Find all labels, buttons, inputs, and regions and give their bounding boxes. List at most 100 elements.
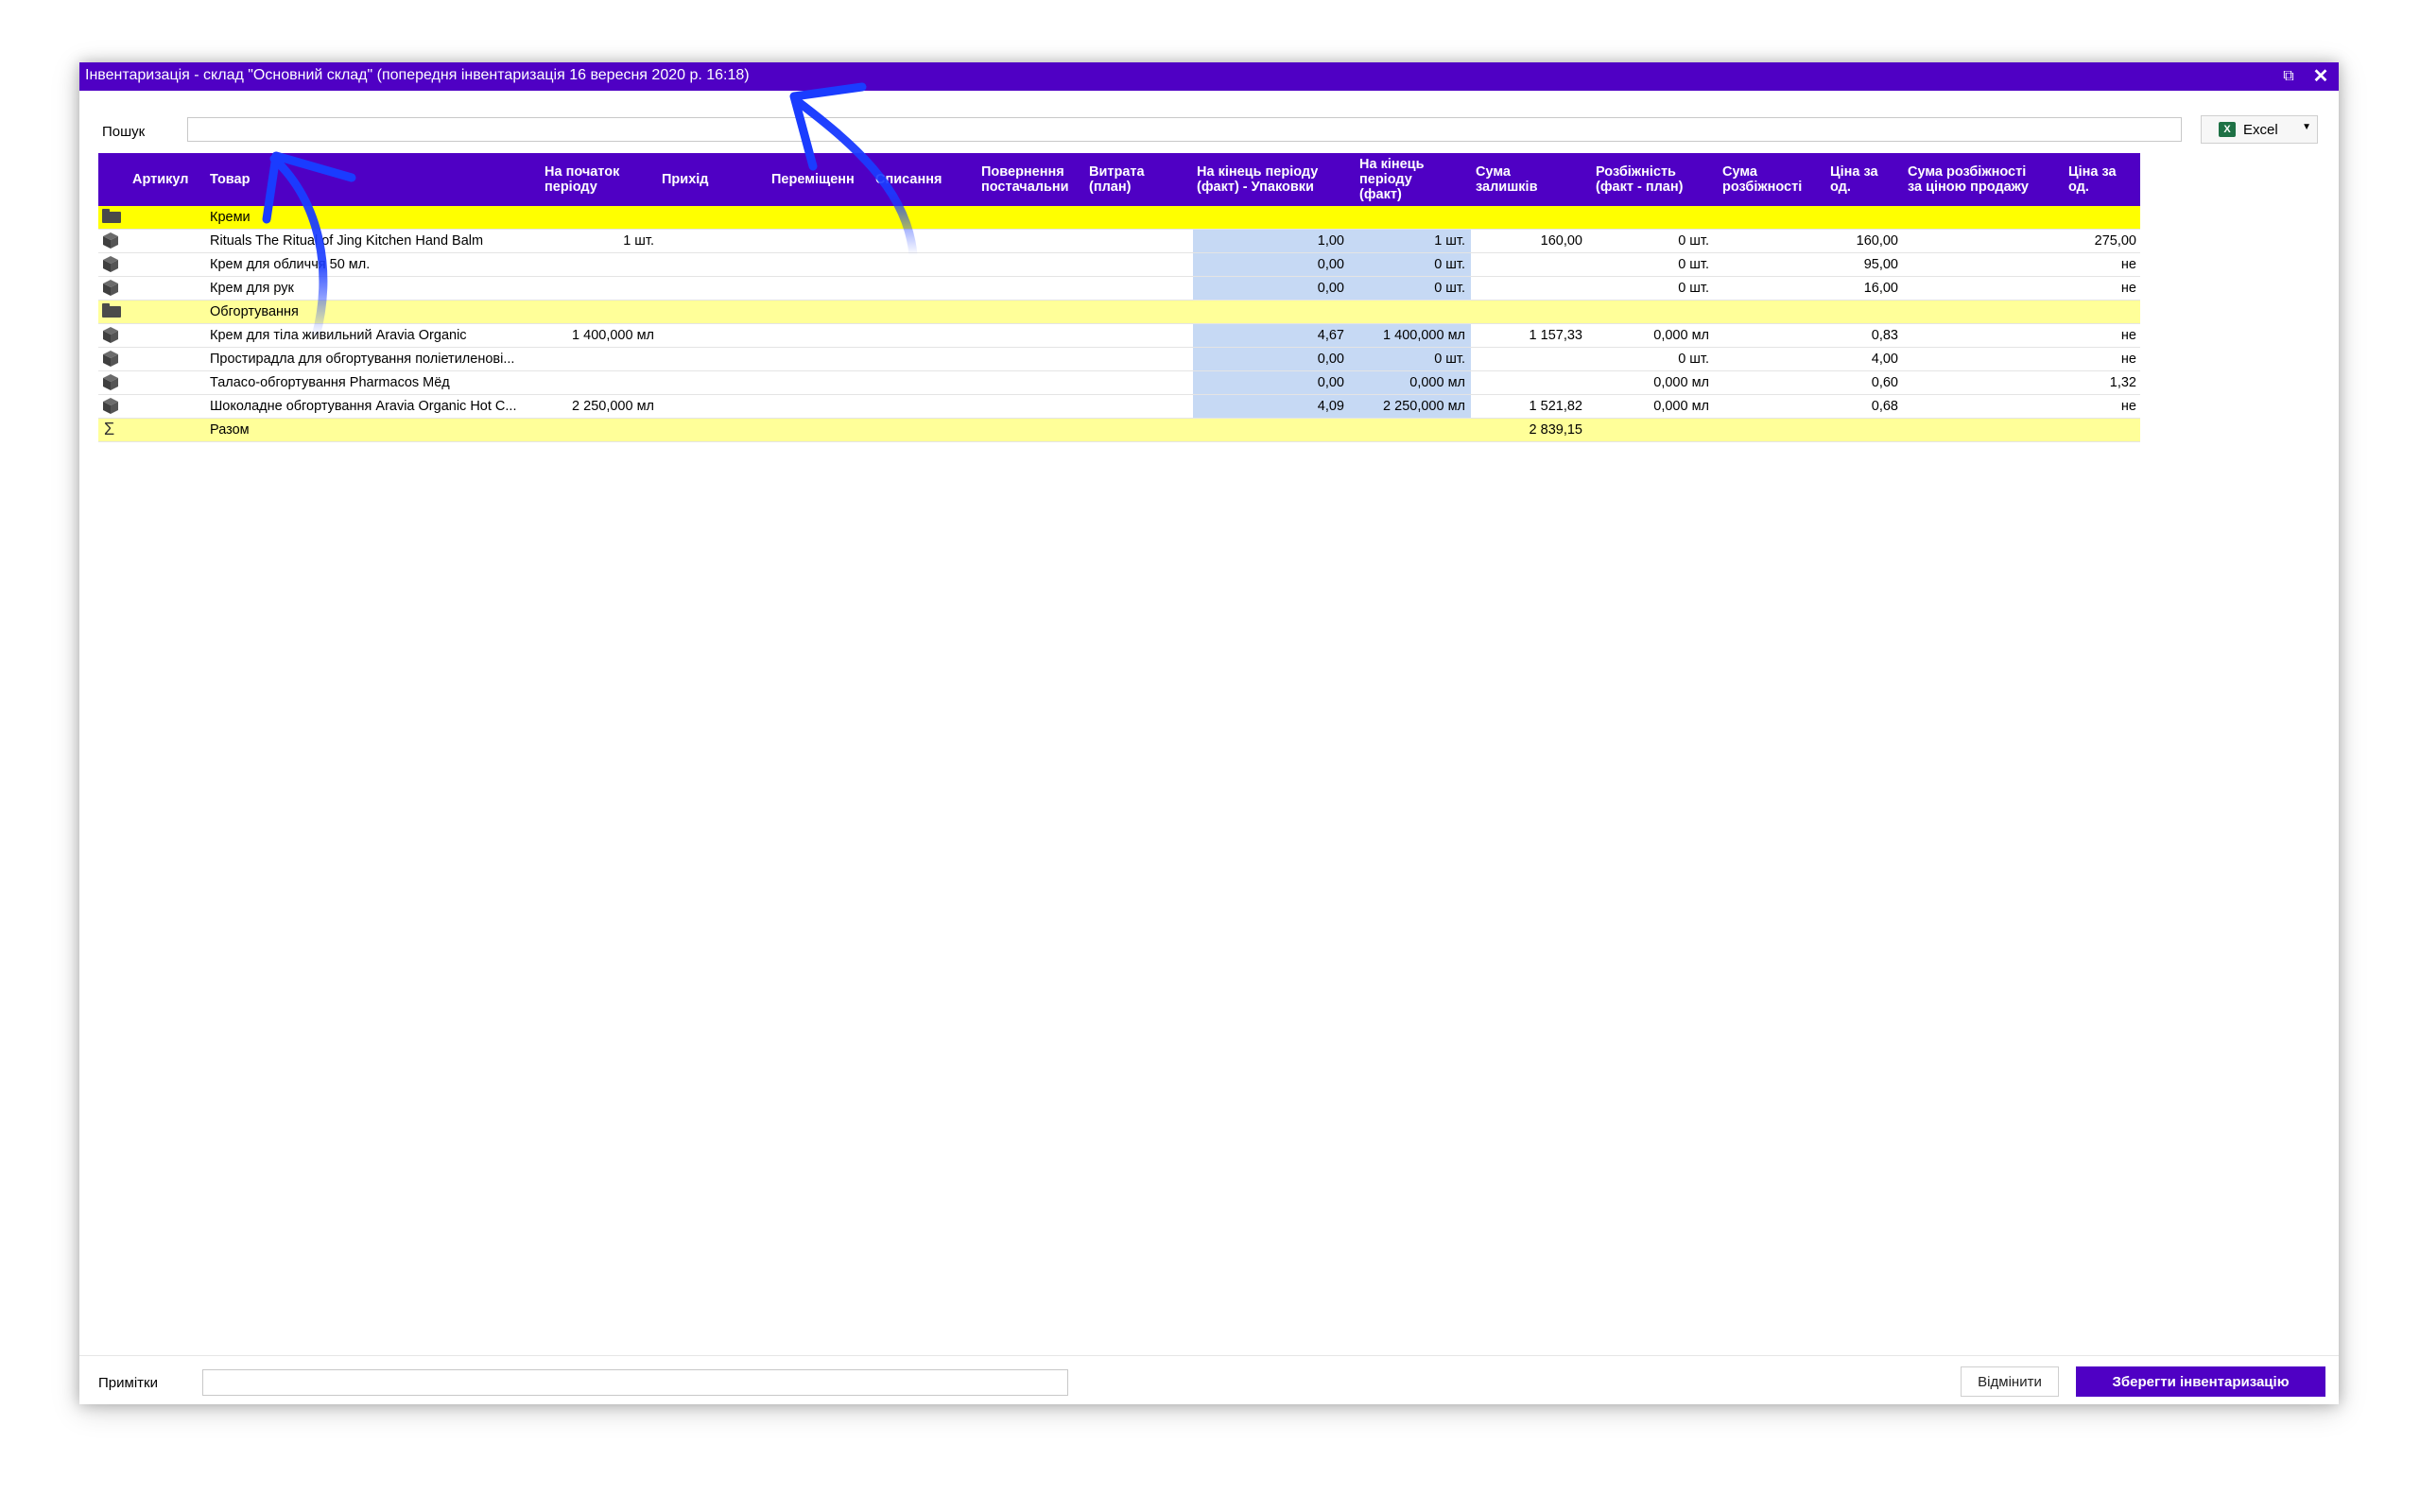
inventory-window: Інвентаризація - склад "Основний склад" … <box>79 62 2339 1404</box>
product-name: Крем для рук <box>210 281 294 296</box>
end-packs: 0,00 <box>1317 257 1344 272</box>
footer-divider <box>79 1355 2339 1356</box>
product-cube-icon <box>103 232 118 249</box>
total-label: Разом <box>210 422 250 438</box>
col-header-writeoff[interactable]: Списання <box>875 172 977 187</box>
sale-price: не <box>2120 352 2136 367</box>
col-header-sum-rest[interactable]: Сума залишків <box>1476 164 1593 195</box>
end-fact: 0 шт. <box>1434 352 1465 367</box>
unit-price: 0,68 <box>1871 399 1898 414</box>
excel-icon: X <box>2219 122 2236 137</box>
col-header-expense-plan[interactable]: Витрата (план) <box>1089 164 1193 195</box>
col-header-start[interactable]: На початок періоду <box>544 164 658 195</box>
sigma-icon: Σ <box>104 420 115 438</box>
col-header-end-packs[interactable]: На кінець періоду (факт) - Упаковки <box>1197 164 1357 195</box>
end-fact: 0,000 мл <box>1409 375 1465 390</box>
diff-qty: 0 шт. <box>1678 257 1709 272</box>
end-packs: 0,00 <box>1317 281 1344 296</box>
product-cube-icon <box>103 256 118 272</box>
sale-price: не <box>2120 281 2136 296</box>
total-sum-rest: 2 839,15 <box>1529 422 1582 438</box>
sale-price: 1,32 <box>2109 375 2136 390</box>
table-row[interactable]: Шоколадне обгортування Aravia Organic Ho… <box>98 395 2140 419</box>
product-name: Шоколадне обгортування Aravia Organic Ho… <box>210 399 517 414</box>
col-header-price-2[interactable]: Ціна за од. <box>2068 164 2135 195</box>
product-cube-icon <box>103 398 118 414</box>
sum-rest: 1 157,33 <box>1529 328 1582 343</box>
sale-price: не <box>2120 328 2136 343</box>
group-row[interactable]: Обгортування <box>98 301 2140 324</box>
close-icon[interactable]: ✕ <box>2308 64 2333 89</box>
sum-rest: 160,00 <box>1540 233 1582 249</box>
excel-export-button[interactable]: X Excel ▼ <box>2201 115 2318 144</box>
sum-rest: 1 521,82 <box>1529 399 1582 414</box>
col-header-return[interactable]: Повернення постачальни <box>981 164 1087 195</box>
unit-price: 0,83 <box>1871 328 1898 343</box>
col-header-price[interactable]: Ціна за од. <box>1830 164 1906 195</box>
folder-icon <box>102 303 121 318</box>
end-fact: 2 250,000 мл <box>1383 399 1465 414</box>
sale-price: 275,00 <box>2094 233 2136 249</box>
group-name: Обгортування <box>210 304 299 319</box>
diff-qty: 0,000 мл <box>1653 399 1709 414</box>
product-name: Rituals The Ritual of Jing Kitchen Hand … <box>210 233 484 249</box>
cancel-button[interactable]: Відмінити <box>1961 1366 2059 1397</box>
start-qty: 1 400,000 мл <box>572 328 654 343</box>
grid-header: Артикул Товар На початок періоду Прихід Пере… <box>98 153 2140 206</box>
diff-qty: 0,000 мл <box>1653 328 1709 343</box>
table-row[interactable]: Простирадла для обгортування поліетилено… <box>98 348 2140 371</box>
unit-price: 160,00 <box>1856 233 1898 249</box>
table-row[interactable]: Rituals The Ritual of Jing Kitchen Hand … <box>98 230 2140 253</box>
diff-qty: 0 шт. <box>1678 281 1709 296</box>
end-packs: 4,67 <box>1317 328 1344 343</box>
group-name: Креми <box>210 210 251 225</box>
group-row[interactable]: Креми <box>98 206 2140 230</box>
window-title: Інвентаризація - склад "Основний склад" … <box>85 67 750 83</box>
product-name: Таласо-обгортування Pharmacos Мёд <box>210 375 450 390</box>
product-cube-icon <box>103 374 118 390</box>
unit-price: 4,00 <box>1871 352 1898 367</box>
col-header-diff[interactable]: Розбіжність (факт - план) <box>1596 164 1719 195</box>
table-row[interactable]: Крем для обличчя 50 мл. 0,00 0 шт. 0 шт. 95,… <box>98 253 2140 277</box>
end-packs: 0,00 <box>1317 375 1344 390</box>
total-row[interactable]: Σ Разом 2 839,15 <box>98 419 2140 442</box>
notes-input[interactable] <box>202 1369 1068 1396</box>
search-label: Пошук <box>102 124 146 140</box>
product-name: Крем для тіла живильний Aravia Organic <box>210 328 467 343</box>
table-row[interactable]: Таласо-обгортування Pharmacos Мёд 0,00 0,0… <box>98 371 2140 395</box>
end-fact: 0 шт. <box>1434 281 1465 296</box>
save-inventory-button[interactable]: Зберегти інвентаризацію <box>2076 1366 2325 1397</box>
col-header-diff-sum[interactable]: Сума розбіжності <box>1722 164 1828 195</box>
end-fact: 1 шт. <box>1434 233 1465 249</box>
col-header-end-fact[interactable]: На кінець періоду (факт) <box>1359 157 1473 202</box>
chevron-down-icon[interactable]: ▼ <box>2302 122 2311 132</box>
table-row[interactable]: Крем для рук 0,00 0 шт. 0 шт. 16,00 не <box>98 277 2140 301</box>
excel-button-label: Excel <box>2243 122 2278 138</box>
search-input[interactable] <box>187 117 2182 142</box>
unit-price: 16,00 <box>1863 281 1898 296</box>
start-qty: 2 250,000 мл <box>572 399 654 414</box>
table-row[interactable]: Крем для тіла живильний Aravia Organic 1 … <box>98 324 2140 348</box>
unit-price: 95,00 <box>1863 257 1898 272</box>
product-cube-icon <box>103 351 118 367</box>
col-header-product[interactable]: Товар <box>210 172 371 187</box>
unit-price: 0,60 <box>1871 375 1898 390</box>
diff-qty: 0 шт. <box>1678 352 1709 367</box>
col-header-transfer[interactable]: Переміщенн <box>771 172 873 187</box>
col-header-article[interactable]: Артикул <box>132 172 212 187</box>
diff-qty: 0 шт. <box>1678 233 1709 249</box>
folder-icon <box>102 209 121 223</box>
product-name: Крем для обличчя 50 мл. <box>210 257 371 272</box>
col-header-income[interactable]: Прихід <box>662 172 766 187</box>
product-cube-icon <box>103 327 118 343</box>
title-bar[interactable]: Інвентаризація - склад "Основний склад" … <box>79 62 2339 91</box>
end-packs: 1,00 <box>1317 233 1344 249</box>
restore-icon[interactable]: ⧉ <box>2276 64 2301 89</box>
sale-price: не <box>2120 257 2136 272</box>
end-fact: 1 400,000 мл <box>1383 328 1465 343</box>
notes-label: Примітки <box>98 1375 158 1391</box>
diff-qty: 0,000 мл <box>1653 375 1709 390</box>
col-header-diff-sale-sum[interactable]: Сума розбіжності за ціною продажу <box>1908 164 2066 195</box>
sale-price: не <box>2120 399 2136 414</box>
product-cube-icon <box>103 280 118 296</box>
